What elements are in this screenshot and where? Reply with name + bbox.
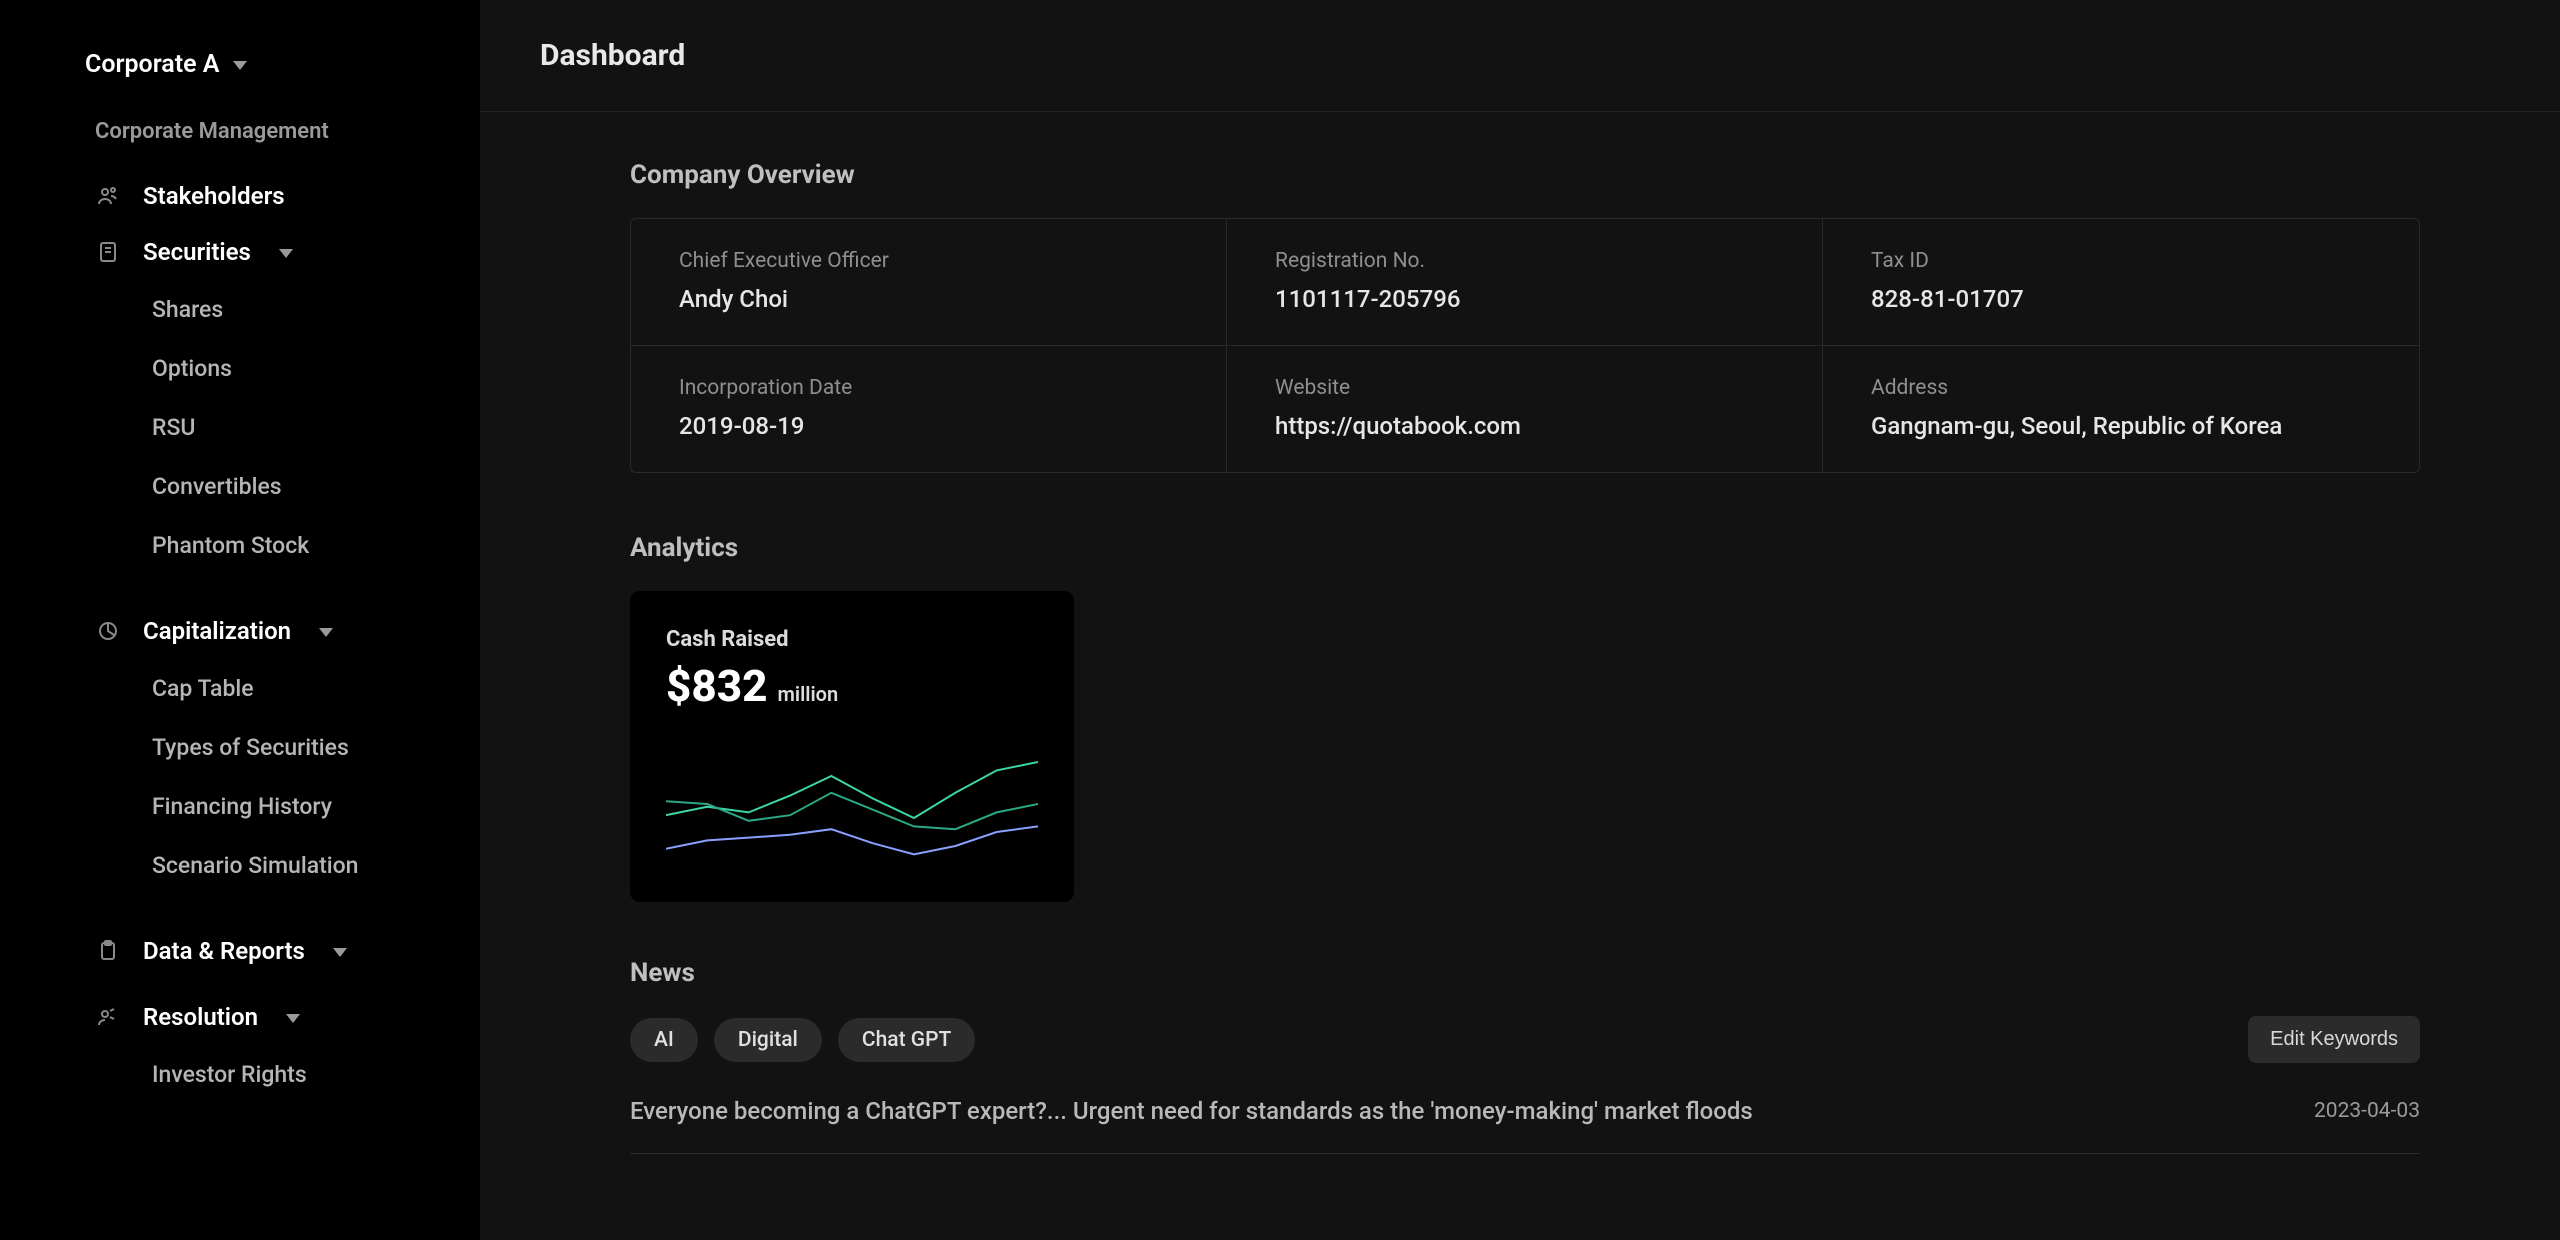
sidebar-item-label: Capitalization [143, 617, 291, 645]
document-icon [95, 239, 121, 265]
analytics-card-title: Cash Raised [666, 627, 1038, 652]
sidebar-section-title: Corporate Management [0, 119, 480, 168]
sidebar-item-resolution[interactable]: Resolution [0, 989, 480, 1045]
sidebar-item-label: Stakeholders [143, 182, 285, 210]
org-name: Corporate A [85, 50, 219, 79]
overview-label: Incorporation Date [679, 376, 1178, 400]
sidebar-item-financing-history[interactable]: Financing History [0, 777, 480, 836]
overview-value: https://quotabook.com [1275, 412, 1774, 440]
chevron-down-icon [233, 55, 247, 74]
sidebar-item-label: Investor Rights [152, 1061, 307, 1088]
sidebar-item-shares[interactable]: Shares [0, 280, 480, 339]
sidebar-item-rsu[interactable]: RSU [0, 398, 480, 457]
chevron-down-icon [279, 243, 293, 262]
overview-cell-registration: Registration No. 1101117-205796 [1227, 219, 1823, 346]
overview-value: 2019-08-19 [679, 412, 1178, 440]
chip-digital[interactable]: Digital [714, 1018, 822, 1062]
overview-cell-tax-id: Tax ID 828-81-01707 [1823, 219, 2419, 346]
chip-label: Chat GPT [862, 1028, 951, 1052]
button-label: Edit Keywords [2270, 1028, 2398, 1050]
analytics-amount-value: $832 [666, 660, 768, 712]
org-switcher[interactable]: Corporate A [0, 50, 480, 119]
chip-label: AI [654, 1028, 674, 1052]
overview-label: Chief Executive Officer [679, 249, 1178, 273]
sidebar-item-label: Resolution [143, 1003, 258, 1031]
news-toolbar: AI Digital Chat GPT Edit Keywords [630, 1016, 2420, 1063]
news-keyword-chips: AI Digital Chat GPT [630, 1018, 975, 1062]
content: Company Overview Chief Executive Officer… [480, 112, 2560, 1154]
overview-cell-address: Address Gangnam-gu, Seoul, Republic of K… [1823, 346, 2419, 472]
gavel-icon [95, 1004, 121, 1030]
analytics-amount-unit: million [778, 682, 839, 706]
sidebar-item-securities[interactable]: Securities [0, 224, 480, 280]
news-row[interactable]: Everyone becoming a ChatGPT expert?... U… [630, 1097, 2420, 1154]
sidebar-item-label: Phantom Stock [152, 532, 309, 559]
sidebar-item-label: Cap Table [152, 675, 254, 702]
main: Dashboard Company Overview Chief Executi… [480, 0, 2560, 1240]
sidebar-item-types-of-securities[interactable]: Types of Securities [0, 718, 480, 777]
clipboard-icon [95, 938, 121, 964]
news-date: 2023-04-03 [2314, 1099, 2420, 1123]
chip-label: Digital [738, 1028, 798, 1052]
overview-label: Tax ID [1871, 249, 2371, 273]
sidebar-item-label: Data & Reports [143, 937, 305, 965]
analytics-card-cash-raised[interactable]: Cash Raised $832 million [630, 591, 1074, 902]
chip-chat-gpt[interactable]: Chat GPT [838, 1018, 975, 1062]
overview-value: 1101117-205796 [1275, 285, 1774, 313]
sidebar-item-data-reports[interactable]: Data & Reports [0, 923, 480, 979]
section-title-analytics: Analytics [630, 533, 2420, 563]
sidebar-item-label: Types of Securities [152, 734, 349, 761]
sidebar-item-label: RSU [152, 414, 195, 441]
overview-label: Website [1275, 376, 1774, 400]
overview-value: 828-81-01707 [1871, 285, 2371, 313]
overview-cell-incorporation-date: Incorporation Date 2019-08-19 [631, 346, 1227, 472]
sidebar-item-cap-table[interactable]: Cap Table [0, 659, 480, 718]
analytics-sparkline-chart [666, 734, 1038, 874]
chevron-down-icon [333, 942, 347, 961]
chip-ai[interactable]: AI [630, 1018, 698, 1062]
sidebar-item-label: Scenario Simulation [152, 852, 358, 879]
overview-value: Gangnam-gu, Seoul, Republic of Korea [1871, 412, 2371, 440]
overview-label: Registration No. [1275, 249, 1774, 273]
sidebar-item-label: Options [152, 355, 232, 382]
sidebar-item-phantom-stock[interactable]: Phantom Stock [0, 516, 480, 575]
company-overview-grid: Chief Executive Officer Andy Choi Regist… [630, 218, 2420, 473]
sidebar-item-label: Convertibles [152, 473, 282, 500]
sidebar-item-stakeholders[interactable]: Stakeholders [0, 168, 480, 224]
news-title: Everyone becoming a ChatGPT expert?... U… [630, 1097, 1753, 1125]
sidebar: Corporate A Corporate Management Stakeho… [0, 0, 480, 1240]
people-icon [95, 183, 121, 209]
section-title-news: News [630, 958, 2420, 988]
overview-value: Andy Choi [679, 285, 1178, 313]
sidebar-item-capitalization[interactable]: Capitalization [0, 603, 480, 659]
overview-label: Address [1871, 376, 2371, 400]
analytics-card-amount: $832 million [666, 660, 1038, 712]
sidebar-item-convertibles[interactable]: Convertibles [0, 457, 480, 516]
sidebar-item-options[interactable]: Options [0, 339, 480, 398]
sidebar-item-investor-rights[interactable]: Investor Rights [0, 1045, 480, 1104]
overview-cell-website: Website https://quotabook.com [1227, 346, 1823, 472]
section-title-overview: Company Overview [630, 160, 2420, 190]
sidebar-item-label: Securities [143, 238, 251, 266]
chevron-down-icon [319, 622, 333, 641]
edit-keywords-button[interactable]: Edit Keywords [2248, 1016, 2420, 1063]
sidebar-item-scenario-simulation[interactable]: Scenario Simulation [0, 836, 480, 895]
sidebar-item-label: Shares [152, 296, 223, 323]
chart-icon [95, 618, 121, 644]
overview-cell-ceo: Chief Executive Officer Andy Choi [631, 219, 1227, 346]
topbar: Dashboard [480, 0, 2560, 112]
chevron-down-icon [286, 1008, 300, 1027]
page-title: Dashboard [540, 38, 2560, 73]
sidebar-item-label: Financing History [152, 793, 332, 820]
